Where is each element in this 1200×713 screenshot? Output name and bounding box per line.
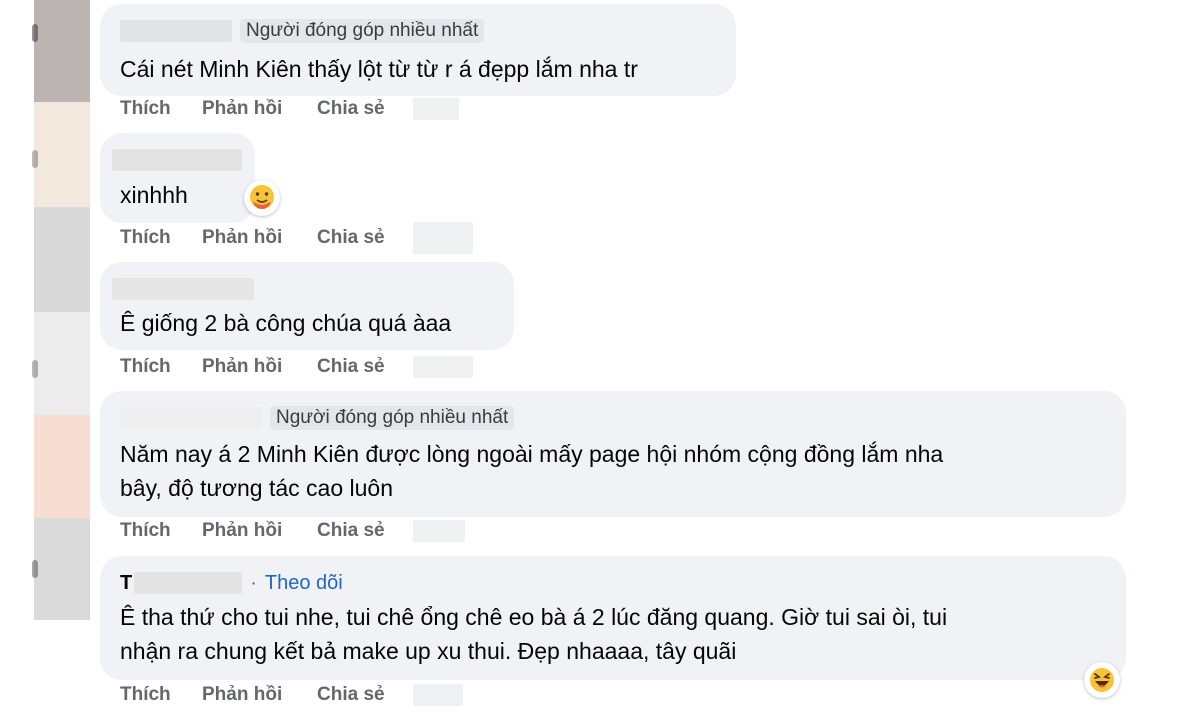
share-button[interactable]: Chia sẻ — [317, 520, 413, 542]
reply-button[interactable]: Phản hồi — [202, 98, 317, 120]
comment-author[interactable]: Người đóng góp nhiều nhất — [120, 18, 485, 44]
comment-text-line: Năm nay á 2 Minh Kiên được lòng ngoài mấ… — [120, 441, 944, 467]
share-button[interactable]: Chia sẻ — [317, 356, 413, 378]
reply-button[interactable]: Phản hồi — [202, 227, 317, 249]
comment-author[interactable]: T · Theo dõi — [120, 570, 343, 596]
comment-bubble: xinhhh — [100, 133, 255, 223]
comment-actions: Thích Phản hồi Chia sẻ — [120, 354, 473, 380]
author-name[interactable] — [120, 20, 232, 42]
avatar-edge — [32, 560, 38, 578]
comment-timestamp[interactable] — [413, 222, 473, 254]
comment-author[interactable] — [112, 147, 242, 173]
avatar[interactable] — [34, 102, 90, 207]
avatar[interactable] — [34, 518, 90, 620]
avatar-edge — [32, 24, 38, 42]
author-initial[interactable]: T — [120, 572, 132, 595]
avatar-edge — [32, 150, 38, 168]
comment-author[interactable] — [112, 276, 254, 302]
reaction-badge[interactable] — [244, 180, 280, 216]
follow-link[interactable]: Theo dõi — [265, 572, 343, 595]
like-button[interactable]: Thích — [120, 227, 202, 249]
comment-timestamp[interactable] — [413, 356, 473, 378]
author-name[interactable] — [112, 149, 242, 171]
comment-text-line: bây, độ tương tác cao luôn — [120, 475, 394, 501]
share-button[interactable]: Chia sẻ — [317, 227, 413, 249]
share-button[interactable]: Chia sẻ — [317, 98, 413, 120]
reaction-badge[interactable] — [1084, 662, 1120, 698]
comment-actions: Thích Phản hồi Chia sẻ — [120, 682, 463, 708]
comment-author[interactable]: Người đóng góp nhiều nhất — [120, 405, 515, 431]
comment-text: Ê giống 2 bà công chúa quá àaa — [120, 310, 452, 336]
comment-timestamp[interactable] — [413, 684, 463, 706]
reply-button[interactable]: Phản hồi — [202, 356, 317, 378]
author-name[interactable] — [134, 572, 243, 594]
comment-actions: Thích Phản hồi Chia sẻ — [120, 222, 473, 254]
comment-text: xinhhh — [120, 182, 188, 208]
comment-timestamp[interactable] — [413, 520, 465, 542]
comment-actions: Thích Phản hồi Chia sẻ — [120, 96, 459, 122]
reply-button[interactable]: Phản hồi — [202, 684, 317, 706]
comment-actions: Thích Phản hồi Chia sẻ — [120, 518, 465, 544]
avatar-column — [32, 0, 90, 620]
like-button[interactable]: Thích — [120, 98, 202, 120]
comment-text: Cái nét Minh Kiên thấy lột từ từ r á đẹp… — [120, 56, 638, 82]
like-button[interactable]: Thích — [120, 356, 202, 378]
comment-bubble: Người đóng góp nhiều nhất Năm nay á 2 Mi… — [100, 391, 1126, 517]
laughing-emoji-icon — [1090, 668, 1114, 692]
like-button[interactable]: Thích — [120, 520, 202, 542]
avatar[interactable] — [34, 0, 90, 102]
avatar[interactable] — [34, 415, 90, 518]
avatar[interactable] — [34, 207, 90, 312]
top-contributor-badge: Người đóng góp nhiều nhất — [270, 406, 515, 430]
comment-bubble: T · Theo dõi Ê tha thứ cho tui nhe, tui … — [100, 556, 1126, 680]
share-button[interactable]: Chia sẻ — [317, 684, 413, 706]
comment-bubble: Người đóng góp nhiều nhất Cái nét Minh K… — [100, 4, 736, 96]
author-name[interactable] — [112, 278, 254, 300]
comment-timestamp[interactable] — [413, 98, 459, 120]
comment-text-line: Ê tha thứ cho tui nhe, tui chê ổng chê e… — [120, 604, 948, 630]
like-button[interactable]: Thích — [120, 684, 202, 706]
reply-button[interactable]: Phản hồi — [202, 520, 317, 542]
avatar-edge — [32, 360, 38, 378]
avatar[interactable] — [34, 312, 90, 415]
separator-dot: · — [250, 571, 257, 594]
comment-text-line: nhận ra chung kết bả make up xu thui. Đẹ… — [120, 638, 737, 664]
hug-emoji-icon — [250, 185, 274, 209]
top-contributor-badge: Người đóng góp nhiều nhất — [240, 19, 485, 43]
author-name[interactable] — [120, 407, 262, 429]
comment-bubble: Ê giống 2 bà công chúa quá àaa — [100, 262, 514, 350]
